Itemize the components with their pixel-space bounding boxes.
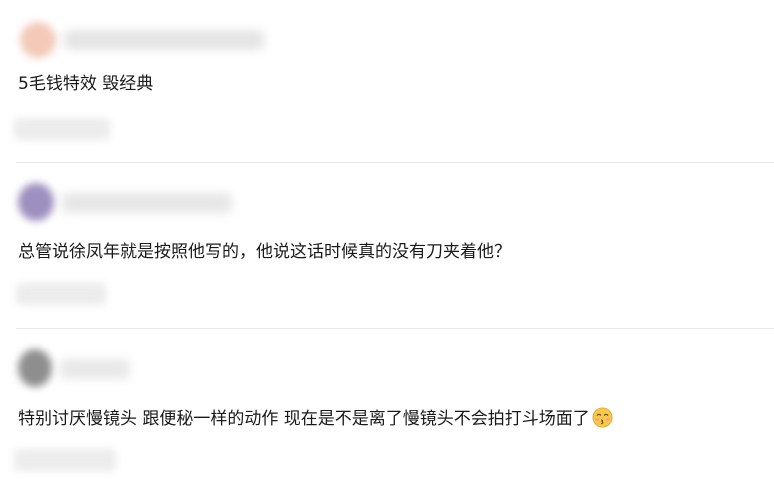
comment-item: 特别讨厌慢镜头 跟便秘一样的动作 现在是不是离了慢镜头不会拍打斗场面了 xyxy=(0,329,774,485)
comment-text: 总管说徐凤年就是按照他写的，他说这话时候真的没有刀夹着他？ xyxy=(18,242,511,262)
kissing-face-icon xyxy=(592,407,613,428)
avatar[interactable] xyxy=(18,183,54,221)
comment-list: 5毛钱特效 毁经典 总管说徐凤年就是按照他写的，他说这话时候真的没有刀夹着他？ … xyxy=(0,0,774,485)
comment-text: 5毛钱特效 毁经典 xyxy=(18,74,154,94)
avatar[interactable] xyxy=(18,349,52,387)
comment-item: 5毛钱特效 毁经典 xyxy=(0,0,774,160)
comment-meta-redacted xyxy=(14,118,110,140)
username-redacted[interactable] xyxy=(62,193,232,213)
avatar[interactable] xyxy=(20,22,56,58)
comment-text-body: 特别讨厌慢镜头 跟便秘一样的动作 现在是不是离了慢镜头不会拍打斗场面了 xyxy=(18,409,590,429)
comment-item: 总管说徐凤年就是按照他写的，他说这话时候真的没有刀夹着他？ xyxy=(0,163,774,328)
comment-text: 特别讨厌慢镜头 跟便秘一样的动作 现在是不是离了慢镜头不会拍打斗场面了 xyxy=(18,407,613,431)
comment-meta-redacted xyxy=(14,449,116,471)
username-redacted[interactable] xyxy=(60,359,130,379)
username-redacted[interactable] xyxy=(64,30,264,50)
comment-meta-redacted xyxy=(16,283,106,305)
